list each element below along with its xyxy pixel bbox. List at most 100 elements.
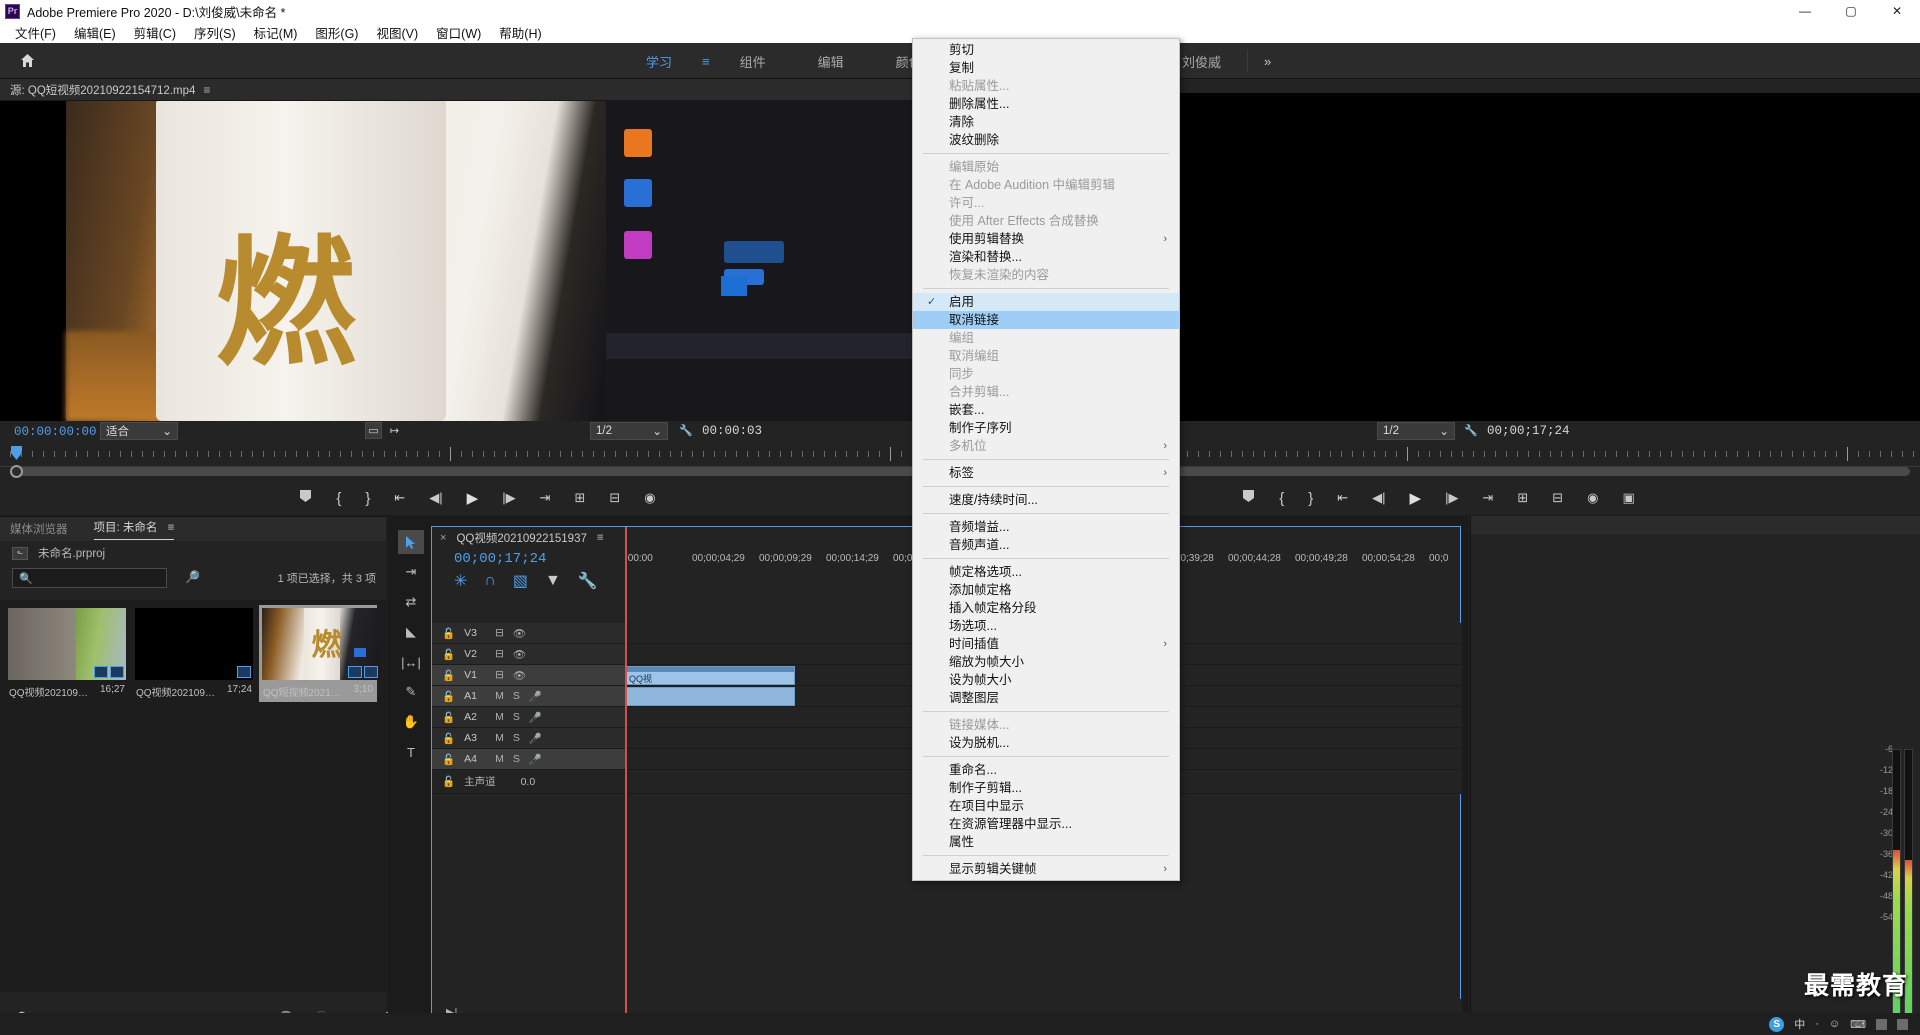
solo-button[interactable]: S [513,690,520,702]
sogou-ime-icon[interactable]: S [1769,1016,1785,1032]
track-header[interactable]: 🔓 V3 ⊟ 👁 [432,623,625,643]
menu-edit[interactable]: 编辑(E) [65,21,125,44]
mic-icon[interactable]: 🎤 [529,711,542,724]
close-button[interactable]: ✕ [1874,0,1920,22]
menu-window[interactable]: 窗口(W) [427,21,490,44]
context-menu-item[interactable]: 制作子剪辑... [913,779,1179,797]
sync-icon[interactable]: ⊟ [495,648,504,660]
go-to-in-icon[interactable]: ⇤ [1337,490,1348,506]
track-header[interactable]: 🔓 A1 M S 🎤 [432,686,625,706]
lock-icon[interactable]: 🔓 [442,732,455,745]
source-ruler[interactable] [0,445,955,467]
track-header[interactable]: 🔓 V2 ⊟ 👁 [432,644,625,664]
mute-button[interactable]: M [495,690,504,702]
eye-icon[interactable]: 👁 [513,627,526,640]
mark-in-icon[interactable]: { [336,490,341,507]
mic-icon[interactable]: 🎤 [529,690,542,703]
step-back-icon[interactable]: ◀| [429,490,442,506]
lock-icon[interactable]: 🔓 [442,753,455,766]
context-menu-item[interactable]: 显示剪辑关键帧 › [913,860,1179,878]
overwrite-icon[interactable]: ⊟ [609,490,620,506]
context-menu-item[interactable]: 时间插值 › [913,635,1179,653]
go-to-out-icon[interactable]: ⇥ [540,490,551,506]
context-menu-item[interactable]: ✓ 启用 [913,293,1179,311]
source-monitor-video[interactable]: 燃 [0,101,955,421]
menu-help[interactable]: 帮助(H) [490,21,550,44]
ime-punct-icon[interactable]: · [1815,1018,1819,1030]
step-forward-icon[interactable]: |▶ [502,490,515,506]
tab-project[interactable]: 项目: 未命名 ≡ [93,519,175,540]
workspace-tab-assembly[interactable]: 组件 [714,43,792,79]
project-menu-icon[interactable]: ≡ [168,522,175,534]
context-menu-item[interactable]: 重命名... [913,761,1179,779]
source-fit-select[interactable]: 适合 ⌄ [100,422,178,440]
ripple-edit-tool[interactable]: ⇄ [398,590,424,614]
timeline-audio-clip[interactable] [625,687,795,706]
timeline-menu-icon[interactable]: ≡ [597,532,604,544]
context-menu-item[interactable]: 在资源管理器中显示... [913,815,1179,833]
menu-graphics[interactable]: 图形(G) [306,21,367,44]
step-back-icon[interactable]: ◀| [1372,490,1385,506]
menu-file[interactable]: 文件(F) [6,21,65,44]
close-icon[interactable]: × [440,532,446,544]
context-menu-item[interactable]: 音频声道... [913,536,1179,554]
program-timecode[interactable]: 00;00;17;24 [1487,424,1570,438]
find-icon[interactable]: 🔎 [185,570,200,584]
sync-icon[interactable]: ⊟ [495,627,504,639]
lift-icon[interactable]: ⊞ [1517,490,1528,506]
source-settings-button[interactable]: ▭ [365,422,382,439]
source-scrollbar[interactable] [10,467,945,476]
slip-tool[interactable]: |↔| [398,650,424,674]
wrench-icon[interactable]: 🔧 [678,422,694,438]
context-menu-item[interactable]: 音频增益... [913,518,1179,536]
track-header[interactable]: 🔓 V1 ⊟ 👁 [432,665,625,685]
linked-selection-icon[interactable]: ▧ [513,571,528,591]
timeline-sequence-name[interactable]: QQ视频20210922151937 [456,530,586,546]
lock-icon[interactable]: 🔓 [442,669,455,682]
project-file-row[interactable]: ⬑ 未命名.prproj [0,541,386,565]
project-item[interactable]: QQ视频2021092215... 16;27 [8,608,126,699]
ime-keyboard-icon[interactable]: ⌨ [1850,1018,1866,1031]
eye-icon[interactable]: 👁 [513,669,526,682]
tab-media-browser[interactable]: 媒体浏览器 [10,521,68,537]
solo-button[interactable]: S [513,753,520,765]
source-timecode[interactable]: 00:00:00:00 [14,425,97,439]
workspace-menu-icon[interactable]: ≡ [698,54,714,69]
project-item[interactable]: QQ视频2021092215... 17;24 [135,608,253,699]
go-to-out-icon[interactable]: ⇥ [1482,490,1493,506]
marker-icon[interactable]: ▼ [545,572,561,590]
context-menu-item[interactable]: 属性 [913,833,1179,851]
type-tool[interactable]: T [398,740,424,764]
settings-icon[interactable]: 🔧 [578,571,598,591]
track-header[interactable]: 🔓 A3 M S 🎤 [432,728,625,748]
extract-icon[interactable]: ⊟ [1552,490,1563,506]
track-header[interactable]: 🔓 A4 M S 🎤 [432,749,625,769]
lock-icon[interactable]: 🔓 [442,690,455,703]
comparison-view-icon[interactable]: ▣ [1623,490,1635,506]
lock-icon[interactable]: 🔓 [442,648,455,661]
context-menu-item[interactable]: 调整图层 [913,689,1179,707]
context-menu-item[interactable]: 添加帧定格 [913,581,1179,599]
context-menu-item[interactable]: 嵌套... [913,401,1179,419]
ime-emoji-icon[interactable]: ☺ [1829,1018,1840,1030]
home-icon[interactable] [12,52,42,69]
menu-view[interactable]: 视图(V) [367,21,427,44]
mute-button[interactable]: M [495,732,504,744]
context-menu-item[interactable]: 场选项... [913,617,1179,635]
tray-icon-1[interactable] [1876,1018,1887,1030]
solo-button[interactable]: S [513,732,520,744]
context-menu-item[interactable]: 删除属性... [913,95,1179,113]
context-menu-item[interactable]: 速度/持续时间... [913,491,1179,509]
lock-icon[interactable]: 🔓 [442,711,455,724]
maximize-button[interactable]: ▢ [1828,0,1874,22]
workspace-more-icon[interactable]: » [1248,54,1287,69]
context-menu-item[interactable]: 标签 › [913,464,1179,482]
context-menu-item[interactable]: 设为脱机... [913,734,1179,752]
parent-folder-icon[interactable]: ⬑ [12,546,28,560]
menu-clip[interactable]: 剪辑(C) [125,21,185,44]
source-duration[interactable]: 00:00:03 [702,424,762,438]
context-menu-item[interactable]: 波纹删除 [913,131,1179,149]
export-frame-icon[interactable]: ◉ [644,490,655,506]
source-fit-width-icon[interactable]: ↦ [386,422,403,439]
clip-context-menu[interactable]: 剪切 复制 粘贴属性... 删除属性... 清除 波纹删除 编辑原始在 Adobe Audi… [912,38,1180,881]
